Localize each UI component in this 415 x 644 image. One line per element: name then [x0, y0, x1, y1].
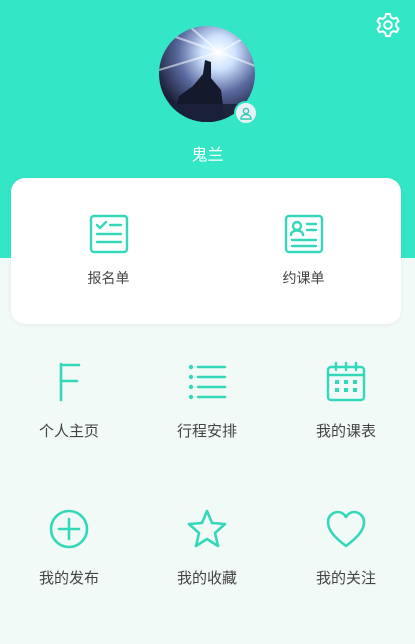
personal-homepage-label: 个人主页	[38, 422, 99, 440]
heart-icon	[326, 510, 366, 548]
registration-list-label: 报名单	[87, 271, 130, 287]
my-favorites-label: 我的收藏	[176, 569, 237, 587]
my-favorites-button[interactable]: 我的收藏	[138, 507, 276, 607]
course-booking-list-button[interactable]: 约课单	[206, 178, 401, 324]
schedule-button[interactable]: 行程安排	[138, 360, 276, 460]
my-following-label: 我的关注	[315, 569, 376, 587]
plus-circle-icon	[49, 509, 89, 549]
my-timetable-button[interactable]: 我的课表	[277, 360, 415, 460]
username: 鬼兰	[191, 145, 224, 164]
calendar-icon	[326, 361, 366, 402]
profile-document-icon	[284, 214, 323, 254]
registration-list-button[interactable]: 报名单	[11, 178, 206, 324]
user-badge-icon	[234, 101, 258, 125]
letter-f-icon	[59, 362, 81, 402]
my-timetable-label: 我的课表	[315, 422, 376, 440]
my-posts-label: 我的发布	[38, 569, 99, 587]
my-following-button[interactable]: 我的关注	[277, 507, 415, 607]
my-posts-button[interactable]: 我的发布	[0, 507, 138, 607]
schedule-label: 行程安排	[176, 422, 237, 440]
form-checklist-icon	[89, 214, 128, 254]
list-icon	[188, 364, 227, 400]
gear-icon[interactable]	[375, 12, 401, 38]
star-icon	[187, 509, 227, 548]
course-booking-list-label: 约课单	[282, 271, 325, 287]
personal-homepage-button[interactable]: 个人主页	[0, 360, 138, 460]
orders-card: 报名单 约课单	[11, 178, 401, 324]
